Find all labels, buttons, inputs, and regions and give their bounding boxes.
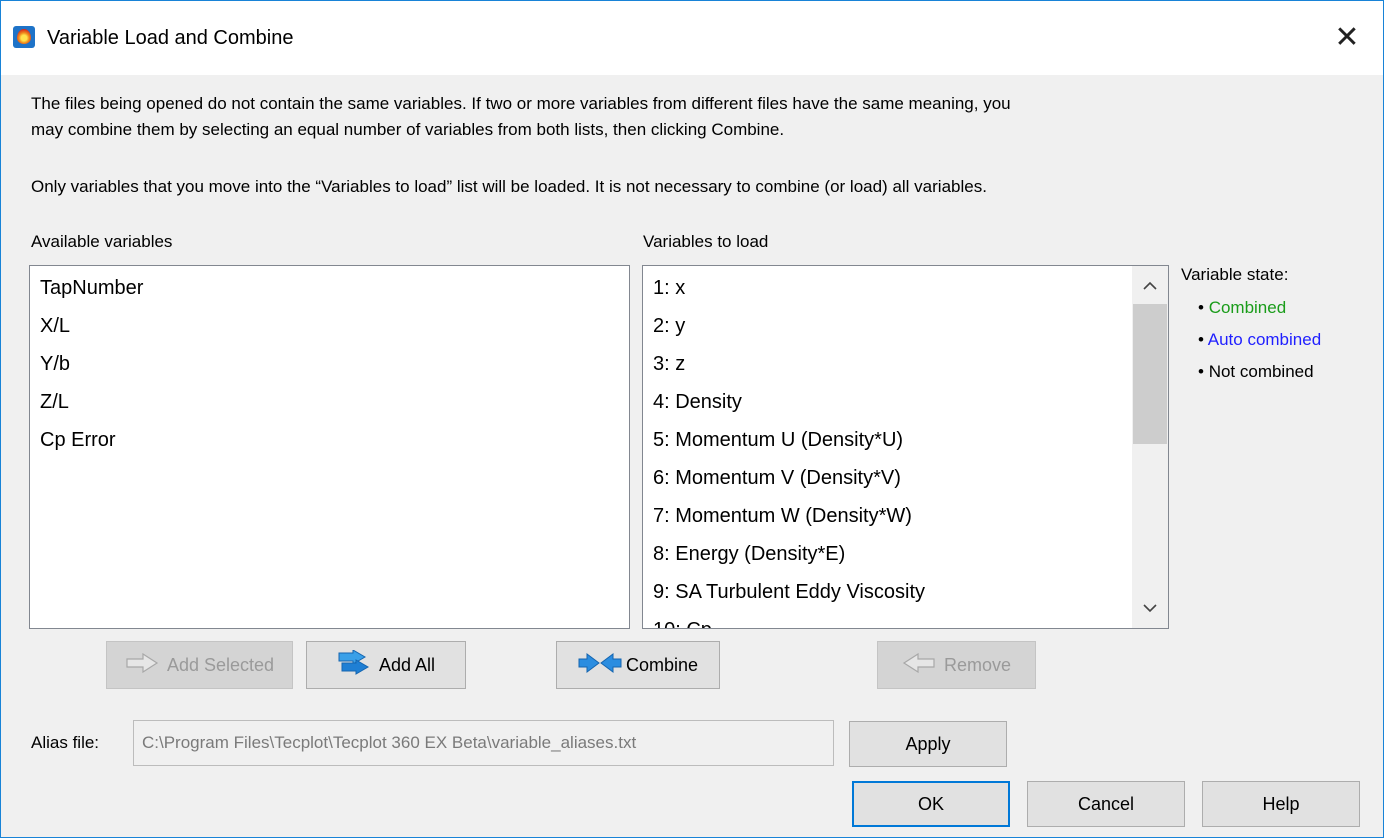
list-item[interactable]: X/L [30,307,629,345]
alias-file-field[interactable] [133,720,834,766]
alias-file-label: Alias file: [31,733,100,752]
available-variables-label: Available variables [31,232,173,251]
variables-to-load-label: Variables to load [643,232,769,251]
list-item[interactable]: 4: Density [643,383,1132,421]
available-variables-list[interactable]: TapNumber X/L Y/b Z/L Cp Error [29,265,630,629]
cancel-button[interactable]: Cancel [1027,781,1185,827]
ok-button[interactable]: OK [852,781,1010,827]
scroll-down-button[interactable] [1132,590,1168,626]
tecplot-app-icon [13,26,35,48]
add-all-button[interactable]: Add All [306,641,466,689]
scroll-up-button[interactable] [1132,268,1168,304]
legend-item-not-combined: • Not combined [1198,362,1314,381]
help-button[interactable]: Help [1202,781,1360,827]
list-item[interactable]: 1: x [643,269,1132,307]
list-item[interactable]: 8: Energy (Density*E) [643,535,1132,573]
close-icon: ✕ [1334,20,1360,54]
remove-button[interactable]: Remove [877,641,1036,689]
legend-item-combined: • Combined [1198,298,1287,317]
list-item[interactable]: Y/b [30,345,629,383]
list-item[interactable]: 5: Momentum U (Density*U) [643,421,1132,459]
variables-to-load-list[interactable]: 1: x 2: y 3: z 4: Density 5: Momentum U … [642,265,1169,629]
list-item[interactable]: 10: Cp [643,611,1132,628]
description-line-1: The files being opened do not contain th… [31,94,1011,113]
variable-state-legend: Variable state: • Combined • Auto combin… [1181,265,1321,382]
list-item[interactable]: 6: Momentum V (Density*V) [643,459,1132,497]
list-item[interactable]: TapNumber [30,269,629,307]
window-title: Variable Load and Combine [47,27,294,49]
list-item[interactable]: Cp Error [30,421,629,459]
list-item[interactable]: 9: SA Turbulent Eddy Viscosity [643,573,1132,611]
variable-load-combine-dialog: Variable Load and Combine ✕ The files be… [0,0,1384,838]
vertical-scrollbar[interactable] [1132,266,1168,628]
list-item[interactable]: Z/L [30,383,629,421]
scroll-thumb[interactable] [1133,304,1167,444]
list-item[interactable]: 2: y [643,307,1132,345]
chevron-up-icon [1143,281,1157,290]
combine-button[interactable]: Combine [556,641,720,689]
legend-title: Variable state: [1181,265,1289,284]
list-item[interactable]: 3: z [643,345,1132,383]
add-selected-button[interactable]: Add Selected [106,641,293,689]
double-arrow-right-icon [337,648,371,681]
description-line-2: may combine them by selecting an equal n… [31,120,785,139]
combine-arrows-icon [578,652,622,678]
apply-button[interactable]: Apply [849,721,1007,767]
legend-item-auto-combined: • Auto combined [1198,330,1322,349]
list-item[interactable]: 7: Momentum W (Density*W) [643,497,1132,535]
chevron-down-icon [1143,604,1157,613]
close-button[interactable]: ✕ [1329,19,1365,55]
arrow-right-icon [125,652,159,678]
title-bar[interactable]: Variable Load and Combine ✕ [1,1,1383,75]
arrow-left-icon [902,652,936,678]
description-line-3: Only variables that you move into the “V… [31,177,987,196]
